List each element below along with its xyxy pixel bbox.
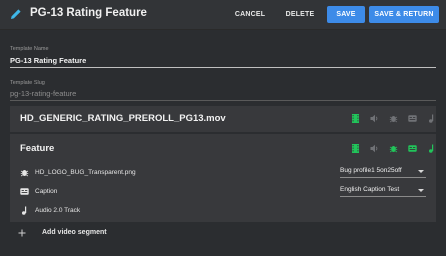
bug-profile-select[interactable]: Bug profile1 5on25off bbox=[340, 167, 426, 178]
segment-toolbar bbox=[341, 114, 436, 123]
template-slug-input[interactable]: pg-13-rating-feature bbox=[10, 89, 76, 98]
bug-row-label: HD_LOGO_BUG_Transparent.png bbox=[35, 169, 136, 176]
bug-profile-value: Bug profile1 5on25off bbox=[340, 167, 402, 174]
music-note-icon[interactable] bbox=[427, 144, 436, 153]
caption-select-value: English Caption Test bbox=[340, 186, 400, 193]
segment-toolbar bbox=[341, 144, 436, 153]
pencil-icon bbox=[11, 9, 21, 19]
volume-icon[interactable] bbox=[370, 114, 379, 123]
segment-panel: HD_GENERIC_RATING_PREROLL_PG13.mov bbox=[10, 106, 436, 132]
volume-icon[interactable] bbox=[370, 144, 379, 153]
save-and-return-button[interactable]: SAVE & RETURN bbox=[369, 6, 439, 23]
segment-title: Feature bbox=[20, 143, 55, 154]
caption-icon[interactable] bbox=[408, 144, 417, 153]
segment-title: HD_GENERIC_RATING_PREROLL_PG13.mov bbox=[20, 113, 226, 124]
caption-icon bbox=[20, 188, 29, 195]
audio-row-label: Audio 2.0 Track bbox=[35, 207, 81, 214]
chevron-down-icon bbox=[418, 189, 424, 192]
page-title: PG-13 Rating Feature bbox=[30, 7, 147, 19]
save-button[interactable]: SAVE bbox=[327, 6, 365, 23]
add-video-segment-label: Add video segment bbox=[42, 229, 107, 236]
bug-icon[interactable] bbox=[389, 144, 398, 153]
music-note-icon bbox=[22, 206, 27, 215]
caption-row-label: Caption bbox=[35, 188, 58, 195]
template-name-underline bbox=[10, 67, 436, 68]
film-icon[interactable] bbox=[351, 144, 360, 153]
plus-icon bbox=[18, 229, 26, 237]
template-name-label: Template Name bbox=[10, 46, 49, 52]
caption-select[interactable]: English Caption Test bbox=[340, 186, 426, 197]
template-slug-underline bbox=[10, 100, 436, 101]
cancel-button[interactable]: CANCEL bbox=[231, 6, 269, 23]
film-icon[interactable] bbox=[351, 114, 360, 123]
music-note-icon[interactable] bbox=[427, 114, 436, 123]
template-slug-label: Template Slug bbox=[10, 80, 45, 86]
template-name-input[interactable]: PG-13 Rating Feature bbox=[10, 56, 86, 65]
caption-icon[interactable] bbox=[408, 114, 417, 123]
top-bar: PG-13 Rating Feature CANCEL DELETE SAVE … bbox=[0, 0, 446, 30]
bug-icon[interactable] bbox=[389, 114, 398, 123]
chevron-down-icon bbox=[418, 170, 424, 173]
delete-button[interactable]: DELETE bbox=[282, 6, 318, 23]
bug-icon bbox=[20, 170, 29, 177]
